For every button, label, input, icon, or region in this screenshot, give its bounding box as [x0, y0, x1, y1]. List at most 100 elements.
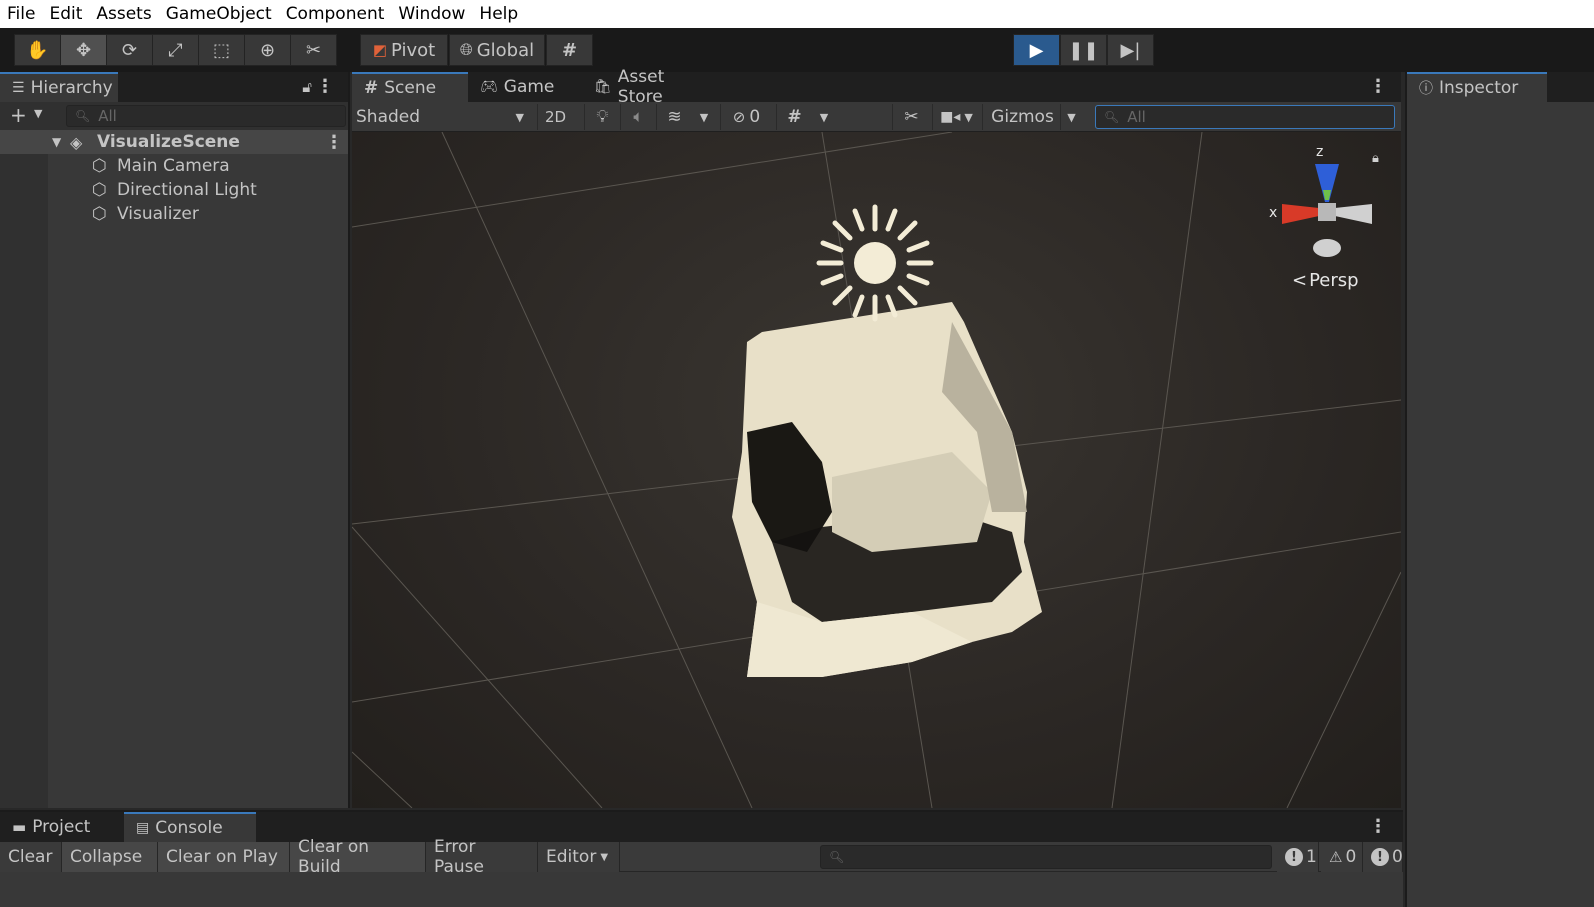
error-icon: !: [1371, 848, 1389, 866]
gizmo-lock-icon[interactable]: 🔒︎: [1372, 151, 1379, 166]
scene-panel: # Scene 🎮︎ Game 🛍︎ Asset Store ⋮ Shaded …: [352, 67, 1401, 808]
add-icon[interactable]: +: [10, 103, 27, 127]
tab-inspector-label: Inspector: [1439, 78, 1519, 98]
step-button[interactable]: ▶|: [1107, 34, 1154, 66]
effects-dropdown[interactable]: ▼: [692, 104, 716, 130]
lock-icon[interactable]: 🔓︎: [302, 78, 312, 96]
gizmo-x-label: x: [1269, 205, 1277, 221]
hierarchy-tabbar: ☰ Hierarchy 🔓︎ ⋮: [0, 72, 348, 102]
transform-tool-button[interactable]: ⊕: [244, 34, 291, 66]
audio-toggle[interactable]: 🔈︎: [620, 104, 656, 130]
scene-tabbar: # Scene 🎮︎ Game 🛍︎ Asset Store ⋮: [352, 67, 1401, 107]
log-filter-toggle[interactable]: ! 1: [1277, 842, 1319, 872]
hierarchy-menu-icon[interactable]: ⋮: [316, 76, 334, 97]
hand-icon: ✋: [26, 39, 49, 61]
hierarchy-item-visualizer[interactable]: ⬡ Visualizer: [0, 202, 348, 226]
global-toggle[interactable]: 🌐︎ Global: [449, 34, 545, 66]
expand-arrow-icon[interactable]: ▼: [52, 135, 61, 149]
menu-bar: File Edit Assets GameObject Component Wi…: [0, 0, 1594, 28]
warning-filter-toggle[interactable]: ⚠ 0: [1321, 842, 1363, 872]
menu-help[interactable]: Help: [472, 4, 525, 24]
hidden-objects-toggle[interactable]: ⊘ 0: [720, 104, 772, 130]
warning-count: 0: [1345, 847, 1357, 867]
scene-viewport[interactable]: z x 🔒︎ < Persp: [352, 132, 1401, 808]
scale-tool-button[interactable]: ⤢: [152, 34, 199, 66]
editor-label: Editor: [546, 847, 597, 867]
2d-toggle[interactable]: 2D: [537, 104, 573, 130]
clear-on-build-button[interactable]: Clear on Build: [290, 837, 426, 877]
shading-mode-dropdown[interactable]: Shaded ▼: [352, 104, 532, 130]
menu-file[interactable]: File: [0, 4, 42, 24]
tab-scene[interactable]: # Scene: [352, 72, 468, 102]
hidden-count: 0: [749, 107, 761, 127]
gizmos-button[interactable]: Gizmos: [982, 104, 1062, 130]
console-tabbar: ▬ Project ▤ Console ⋮: [0, 812, 1403, 842]
tab-console-label: Console: [155, 818, 223, 838]
tab-game[interactable]: 🎮︎ Game: [468, 72, 582, 102]
tab-project[interactable]: ▬ Project: [0, 812, 124, 842]
scene-row[interactable]: ▼ ◈ VisualizeScene ⋮: [0, 130, 348, 154]
grid-dropdown[interactable]: ▼: [812, 104, 836, 130]
chevron-down-icon[interactable]: ▼: [34, 107, 42, 120]
rect-tool-button[interactable]: ⬚: [198, 34, 245, 66]
scene-search-placeholder: All: [1127, 108, 1146, 126]
item-label: Directional Light: [117, 180, 257, 200]
editor-dropdown[interactable]: Editor ▼: [538, 842, 620, 872]
menu-assets[interactable]: Assets: [89, 4, 158, 24]
tools-toggle[interactable]: ✂: [892, 104, 930, 130]
error-pause-button[interactable]: Error Pause: [426, 837, 538, 877]
console-menu-icon[interactable]: ⋮: [1369, 816, 1387, 837]
tab-scene-label: Scene: [384, 78, 437, 98]
camera-dropdown[interactable]: ■◂ ▼: [932, 104, 980, 130]
menu-component[interactable]: Component: [279, 4, 392, 24]
scene-menu-icon[interactable]: ⋮: [325, 132, 343, 153]
play-button[interactable]: ▶: [1013, 34, 1060, 66]
menu-edit[interactable]: Edit: [42, 4, 89, 24]
chevron-down-icon: ▼: [515, 110, 524, 124]
hierarchy-gutter: [0, 130, 48, 808]
chevron-down-icon: ▼: [600, 851, 609, 863]
hand-tool-button[interactable]: ✋: [14, 34, 61, 66]
tab-asset-store[interactable]: 🛍︎ Asset Store: [582, 67, 722, 107]
clear-on-play-label: Clear on Play: [166, 847, 278, 867]
orientation-gizmo[interactable]: [1282, 164, 1372, 257]
scene-search-input[interactable]: 🔍︎ All: [1095, 105, 1395, 129]
tab-console[interactable]: ▤ Console: [124, 812, 256, 842]
move-tool-button[interactable]: ✥: [60, 34, 107, 66]
projection-label: Persp: [1309, 270, 1359, 291]
search-icon: 🔍︎: [829, 850, 845, 864]
error-count: 0: [1392, 847, 1403, 867]
grid-toggle[interactable]: #: [776, 104, 812, 130]
hierarchy-item-directional-light[interactable]: ⬡ Directional Light: [0, 178, 348, 202]
tab-game-label: Game: [503, 77, 555, 97]
gizmos-dropdown[interactable]: ▼: [1060, 104, 1082, 130]
rotate-icon: ⟳: [121, 39, 138, 61]
gameobject-cube-icon: ⬡: [92, 180, 107, 200]
grid-snap-button[interactable]: #: [546, 34, 593, 66]
move-icon: ✥: [75, 39, 92, 61]
clear-on-play-button[interactable]: Clear on Play: [158, 842, 290, 872]
clear-button[interactable]: Clear: [0, 842, 62, 872]
scene-menu-icon[interactable]: ⋮: [1369, 76, 1387, 97]
clear-label: Clear: [8, 847, 53, 867]
menu-gameobject[interactable]: GameObject: [159, 4, 279, 24]
info-icon: ⓘ: [1419, 81, 1433, 97]
info-message-icon: !: [1285, 848, 1303, 866]
tab-hierarchy[interactable]: ☰ Hierarchy: [0, 72, 118, 102]
tab-inspector[interactable]: ⓘ Inspector: [1407, 72, 1547, 102]
pause-button[interactable]: ❚❚: [1060, 34, 1107, 66]
console-search-input[interactable]: 🔍︎: [820, 845, 1272, 869]
error-filter-toggle[interactable]: ! 0: [1363, 842, 1403, 872]
effects-toggle[interactable]: ≋: [656, 104, 692, 130]
hierarchy-item-main-camera[interactable]: ⬡ Main Camera: [0, 154, 348, 178]
inspector-tabbar: ⓘ Inspector: [1407, 72, 1594, 102]
projection-toggle[interactable]: < Persp: [1292, 270, 1359, 291]
hierarchy-search-input[interactable]: 🔍︎ All: [66, 105, 346, 127]
gamepad-icon: 🎮︎: [480, 79, 498, 95]
lighting-toggle[interactable]: 💡︎: [584, 104, 620, 130]
custom-tool-button[interactable]: ✂: [290, 34, 337, 66]
rotate-tool-button[interactable]: ⟳: [106, 34, 153, 66]
menu-window[interactable]: Window: [391, 4, 472, 24]
collapse-button[interactable]: Collapse: [62, 842, 158, 872]
pivot-toggle[interactable]: ◩ Pivot: [360, 34, 448, 66]
